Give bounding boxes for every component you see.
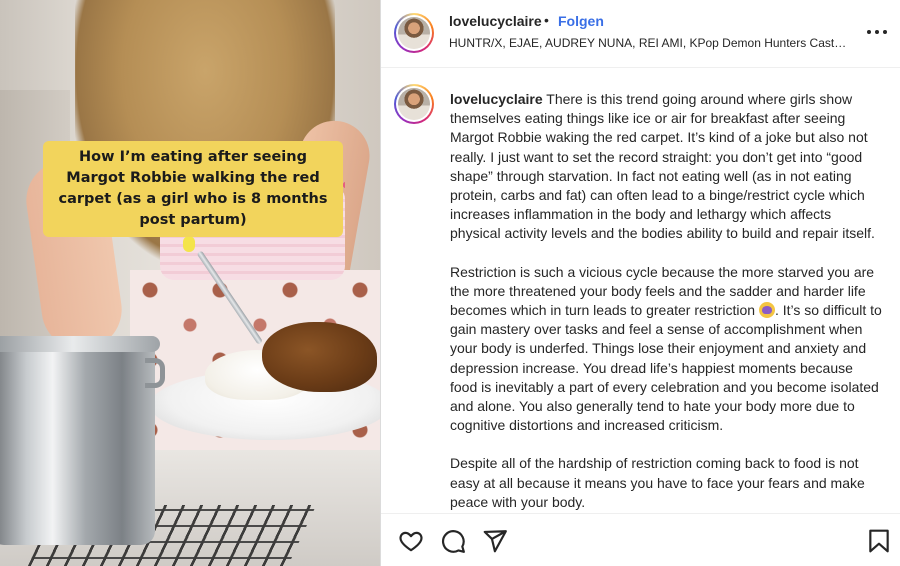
caption-paragraph-1: lovelucyclaire There is this trend going…	[450, 90, 882, 244]
audio-attribution-link[interactable]: HUNTR/X, EJAE, AUDREY NUNA, REI AMI, KPo…	[449, 36, 846, 50]
face-emoji-icon	[758, 302, 775, 319]
caption-paragraph-3: Despite all of the hardship of restricti…	[450, 454, 882, 512]
post-panel: lovelucyclaire • Folgen HUNTR/X, EJAE, A…	[380, 0, 900, 566]
action-bar	[381, 513, 900, 566]
caption-text-3: Despite all of the hardship of restricti…	[450, 455, 865, 510]
comment-icon[interactable]	[440, 528, 466, 554]
avatar[interactable]	[394, 13, 434, 53]
send-icon[interactable]	[482, 528, 508, 554]
username-link[interactable]: lovelucyclaire	[449, 13, 542, 29]
more-options-icon[interactable]	[865, 22, 889, 42]
media-pot-rim	[0, 336, 160, 352]
post-header: lovelucyclaire • Folgen HUNTR/X, EJAE, A…	[381, 0, 900, 68]
post-media[interactable]: How I’m eating after seeing Margot Robbi…	[0, 0, 380, 566]
heart-icon[interactable]	[398, 528, 424, 554]
separator-dot: •	[544, 12, 549, 28]
video-caption: How I’m eating after seeing Margot Robbi…	[43, 141, 343, 237]
post-caption: lovelucyclaire There is this trend going…	[450, 90, 882, 513]
bookmark-icon[interactable]	[866, 528, 892, 554]
comments-section[interactable]: lovelucyclaire There is this trend going…	[381, 69, 900, 513]
media-nail	[183, 236, 195, 252]
caption-paragraph-2: Restriction is such a vicious cycle beca…	[450, 263, 882, 436]
media-pot	[0, 340, 155, 545]
media-meat	[262, 322, 377, 392]
avatar-image	[398, 88, 430, 120]
caption-text-1: There is this trend going around where g…	[450, 91, 875, 242]
media-pot-handle	[145, 358, 165, 388]
avatar-image	[398, 17, 430, 49]
caption-text-2b: . It’s so difficult to gain mastery over…	[450, 302, 882, 434]
comment-avatar[interactable]	[394, 84, 434, 124]
follow-button[interactable]: Folgen	[558, 13, 604, 29]
caption-username[interactable]: lovelucyclaire	[450, 91, 543, 107]
